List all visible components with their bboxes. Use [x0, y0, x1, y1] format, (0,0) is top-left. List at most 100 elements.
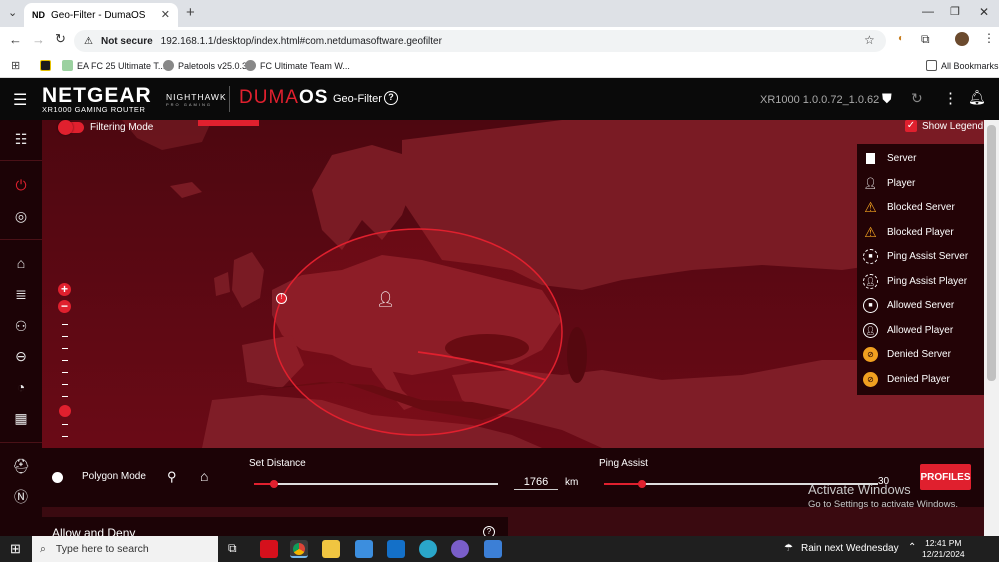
- shield-icon[interactable]: ⛊: [882, 91, 892, 107]
- filtering-mode-toggle[interactable]: Filtering Mode: [58, 120, 153, 135]
- bookmark-fc-ultimate[interactable]: FC Ultimate Team W...: [245, 60, 350, 71]
- map-legend: Server 👤︎ Player ⚠ Blocked Server ⚠ Bloc…: [857, 144, 984, 395]
- hamburger-menu-icon[interactable]: ☰: [13, 90, 27, 110]
- notification-bell-icon[interactable]: 🔔︎: [968, 89, 986, 106]
- taskbar-search-box[interactable]: ⌕ Type here to search: [32, 536, 218, 562]
- distance-slider[interactable]: [254, 480, 498, 488]
- legend-item-denied-server: ⊘ Denied Server: [863, 344, 951, 364]
- photos-icon[interactable]: [484, 540, 502, 558]
- not-secure-warning-icon[interactable]: ⚠: [84, 36, 93, 47]
- distance-input[interactable]: 1766: [514, 476, 558, 490]
- show-hidden-icons-icon[interactable]: ⌃: [908, 542, 916, 553]
- extension-icon[interactable]: ◐: [898, 33, 904, 44]
- filtering-mode-switch[interactable]: [58, 120, 84, 135]
- ping-assist-server-marker-icon[interactable]: !: [276, 293, 287, 304]
- security-label[interactable]: Not secure: [101, 36, 153, 47]
- all-bookmarks[interactable]: All Bookmarks: [926, 60, 999, 71]
- file-explorer-icon[interactable]: [322, 540, 340, 558]
- legend-item-denied-player: ⊘ Denied Player: [863, 369, 950, 389]
- clock-time: 12:41 PM: [925, 538, 962, 548]
- bookmark-star-icon[interactable]: ☆: [864, 33, 875, 47]
- new-tab-plus-icon[interactable]: +: [186, 4, 195, 21]
- store-icon[interactable]: [355, 540, 373, 558]
- geo-filter-map[interactable]: [42, 120, 984, 448]
- back-arrow-icon[interactable]: ←: [9, 32, 22, 47]
- acrobat-icon[interactable]: [260, 540, 278, 558]
- forward-arrow-icon[interactable]: →: [32, 32, 45, 47]
- tab-search-chevron-icon[interactable]: ⌄: [8, 6, 17, 19]
- zoom-slider-handle[interactable]: [59, 405, 71, 417]
- network-map-icon[interactable]: ⚇: [11, 316, 31, 336]
- location-pin-icon[interactable]: ⚲: [167, 469, 177, 485]
- legend-item-ping-assist-player: 👤︎ Ping Assist Player: [863, 271, 967, 291]
- settings-chip-icon[interactable]: ▦: [11, 408, 31, 428]
- taskbar-clock[interactable]: 12:41 PM 12/21/2024: [922, 538, 965, 560]
- allowed-player-icon: 👤︎: [863, 322, 878, 338]
- window-close-icon[interactable]: ✕: [979, 5, 989, 19]
- refresh-icon[interactable]: ↻: [911, 90, 923, 107]
- blocked-icon[interactable]: ⊖: [11, 346, 31, 366]
- url-text[interactable]: 192.168.1.1/desktop/index.html#com.netdu…: [161, 36, 442, 47]
- reload-icon[interactable]: ↻: [55, 31, 66, 47]
- polygon-mode-toggle[interactable]: [52, 472, 63, 483]
- geo-filter-icon[interactable]: ⏻: [11, 175, 31, 195]
- netduma-icon[interactable]: Ⓝ: [11, 487, 31, 507]
- edge-icon[interactable]: [419, 540, 437, 558]
- nighthawk-subtext: PRO GAMING: [166, 102, 213, 107]
- dashboard-icon[interactable]: ☷: [11, 129, 31, 149]
- legend-label: Ping Assist Server: [887, 250, 969, 262]
- clock-date: 12/21/2024: [922, 549, 965, 559]
- allow-deny-help-icon[interactable]: ?: [483, 526, 495, 536]
- chrome-icon[interactable]: [290, 540, 308, 558]
- rail-divider: [0, 160, 42, 161]
- outlook-icon[interactable]: [387, 540, 405, 558]
- distance-slider-thumb[interactable]: [270, 480, 278, 488]
- scrollbar-thumb[interactable]: [987, 125, 996, 381]
- os-text: OS: [298, 87, 329, 108]
- weather-text: Rain next Wednesday: [800, 543, 899, 554]
- window-restore-icon[interactable]: ❐: [950, 5, 960, 18]
- ping-assist-server-icon: ■: [863, 248, 878, 264]
- globe-icon: [163, 60, 174, 71]
- tab-close-icon[interactable]: ✕: [161, 8, 170, 21]
- task-view-icon[interactable]: ⧉: [228, 541, 237, 556]
- app-icon[interactable]: [451, 540, 469, 558]
- profile-avatar[interactable]: [955, 32, 969, 46]
- bookmarks-bar: ⊞ EA FC 25 Ultimate T... Paletools v25.0…: [0, 55, 999, 78]
- blocked-server-icon: ⚠: [864, 198, 877, 215]
- player-location-icon[interactable]: 👤︎: [376, 290, 395, 308]
- legend-label: Denied Server: [887, 348, 951, 360]
- search-placeholder: Type here to search: [55, 543, 149, 555]
- extensions-puzzle-icon[interactable]: ⧉: [921, 32, 930, 47]
- window-minimize-icon[interactable]: —: [922, 4, 934, 18]
- zoom-tick: [62, 424, 68, 425]
- apps-grid-icon[interactable]: ⊞: [11, 59, 20, 72]
- app-menu-icon[interactable]: ⋮: [943, 89, 958, 107]
- bookmark-label: FC Ultimate Team W...: [260, 60, 350, 71]
- ping-heatmap-icon[interactable]: ◎: [11, 206, 31, 226]
- show-legend-toggle[interactable]: ✓ Show Legend: [905, 120, 983, 132]
- zoom-out-button[interactable]: −: [58, 300, 71, 313]
- windows-start-icon[interactable]: ⊞: [10, 541, 21, 557]
- account-icon[interactable]: ⛑: [11, 456, 31, 476]
- zoom-in-button[interactable]: +: [58, 283, 71, 296]
- page-title: Geo-Filter: [333, 93, 382, 105]
- speedometer-icon[interactable]: ◔: [11, 377, 31, 397]
- ping-assist-slider-thumb[interactable]: [638, 480, 646, 488]
- bookmark-folder-1[interactable]: [40, 60, 51, 71]
- tab-title: Geo-Filter - DumaOS: [51, 9, 146, 21]
- bookmark-ea-fc[interactable]: EA FC 25 Ultimate T...: [62, 60, 165, 71]
- traffic-controller-icon[interactable]: ≣: [11, 284, 31, 304]
- browser-menu-icon[interactable]: ⋮: [983, 31, 995, 45]
- address-bar[interactable]: ⚠ Not secure 192.168.1.1/desktop/index.h…: [74, 30, 886, 52]
- bookmark-paletools[interactable]: Paletools v25.0.3: [163, 60, 247, 71]
- help-icon[interactable]: ?: [384, 91, 398, 105]
- legend-item-ping-assist-server: ■ Ping Assist Server: [863, 246, 968, 266]
- page-scrollbar[interactable]: [984, 120, 999, 536]
- allowed-server-icon: ■: [863, 297, 878, 313]
- weather-widget[interactable]: ☂ Rain next Wednesday: [784, 543, 899, 554]
- browser-tab-active[interactable]: ND Geo-Filter - DumaOS ✕: [24, 3, 178, 27]
- qos-icon[interactable]: ⌂: [11, 253, 31, 273]
- home-icon[interactable]: ⌂: [200, 468, 208, 484]
- show-legend-checkbox[interactable]: ✓: [905, 120, 917, 132]
